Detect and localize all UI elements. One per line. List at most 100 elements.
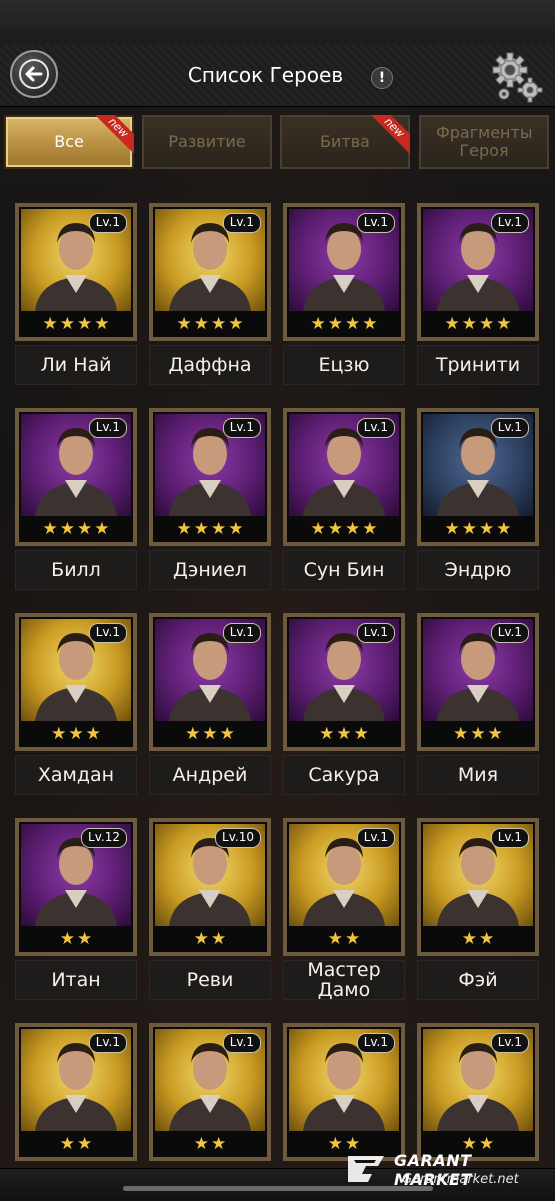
level-badge: Lv.1	[88, 623, 127, 643]
hero-name-text: Тринити	[435, 354, 521, 376]
level-badge: Lv.1	[490, 623, 529, 643]
hero-name: Ецзю	[283, 345, 405, 385]
hero-name-text: Мия	[457, 764, 499, 786]
hero-name: Мия	[417, 755, 539, 795]
star-icon: ★	[327, 929, 343, 949]
star-icon: ★	[59, 519, 75, 539]
star-icon: ★	[362, 314, 378, 334]
star-icon: ★	[345, 929, 361, 949]
hero-name-text: Фэй	[458, 969, 498, 991]
hero-card-frame: Lv.1 ★ ★ ★ ★	[19, 207, 133, 337]
hero-card[interactable]: Lv.1 ★ ★ ★	[15, 613, 137, 751]
hero-card[interactable]: Lv.1 ★ ★	[15, 1023, 137, 1161]
level-badge: Lv.1	[356, 213, 395, 233]
star-icon: ★	[310, 314, 326, 334]
star-icon: ★	[453, 724, 469, 744]
new-badge-text: new	[94, 115, 134, 155]
star-icon: ★	[77, 519, 93, 539]
star-rating: ★ ★	[153, 928, 267, 950]
hero-name: Хамдан	[15, 755, 137, 795]
hero-card-frame: Lv.10 ★ ★	[153, 822, 267, 952]
hero-card[interactable]: Lv.1 ★ ★	[417, 818, 539, 956]
star-icon: ★	[193, 519, 209, 539]
level-badge: Lv.1	[222, 213, 261, 233]
hero-card-frame: Lv.1 ★ ★ ★	[153, 617, 267, 747]
hero-card[interactable]: Lv.12 ★ ★	[15, 818, 137, 956]
star-icon: ★	[228, 519, 244, 539]
hero-card[interactable]: Lv.1 ★ ★ ★ ★	[149, 408, 271, 546]
new-badge: new	[370, 115, 410, 155]
hero-portrait: Lv.1	[289, 824, 399, 926]
star-icon: ★	[59, 1134, 75, 1154]
star-rating: ★ ★ ★ ★	[421, 313, 535, 335]
star-icon: ★	[94, 314, 110, 334]
hero-card[interactable]: Lv.1 ★ ★ ★ ★	[283, 408, 405, 546]
tab-label: Развитие	[168, 132, 246, 151]
tab-3[interactable]: Битва new	[280, 115, 410, 169]
hero-card[interactable]: Lv.1 ★ ★ ★	[417, 613, 539, 751]
star-icon: ★	[202, 724, 218, 744]
hero-card[interactable]: Lv.1 ★ ★	[283, 1023, 405, 1161]
level-badge: Lv.1	[490, 1033, 529, 1053]
star-icon: ★	[68, 724, 84, 744]
star-rating: ★ ★ ★ ★	[421, 518, 535, 540]
star-rating: ★ ★ ★ ★	[19, 313, 133, 335]
hero-name: Эндрю	[417, 550, 539, 590]
star-icon: ★	[327, 519, 343, 539]
hero-card-frame: Lv.1 ★ ★ ★ ★	[287, 412, 401, 542]
hero-card-frame: Lv.1 ★ ★	[153, 1027, 267, 1157]
hero-name-text: Хамдан	[37, 764, 115, 786]
hero-card[interactable]: Lv.1 ★ ★	[283, 818, 405, 956]
hero-portrait: Lv.1	[423, 414, 533, 516]
hero-card[interactable]: Lv.1 ★ ★ ★ ★	[283, 203, 405, 341]
hero-card[interactable]: Lv.1 ★ ★ ★ ★	[15, 408, 137, 546]
tab-1[interactable]: Все new	[4, 115, 134, 169]
hero-card-frame: Lv.12 ★ ★	[19, 822, 133, 952]
level-badge: Lv.1	[490, 418, 529, 438]
level-badge: Lv.1	[356, 1033, 395, 1053]
star-rating: ★ ★ ★ ★	[153, 313, 267, 335]
star-icon: ★	[496, 519, 512, 539]
hero-card[interactable]: Lv.1 ★ ★ ★ ★	[417, 203, 539, 341]
hero-name-text: Мастер Дамо	[307, 959, 381, 1001]
hero-card-frame: Lv.1 ★ ★ ★	[287, 617, 401, 747]
hero-card[interactable]: Lv.1 ★ ★	[149, 1023, 271, 1161]
hero-card[interactable]: Lv.1 ★ ★ ★ ★	[149, 203, 271, 341]
hero-card[interactable]: Lv.1 ★ ★ ★	[149, 613, 271, 751]
star-icon: ★	[51, 724, 67, 744]
hero-card-frame: Lv.1 ★ ★ ★ ★	[153, 207, 267, 337]
star-icon: ★	[353, 724, 369, 744]
level-badge: Lv.1	[356, 828, 395, 848]
hero-name-text: Эндрю	[444, 559, 512, 581]
star-icon: ★	[185, 724, 201, 744]
star-icon: ★	[336, 724, 352, 744]
hero-card[interactable]: Lv.1 ★ ★ ★ ★	[417, 408, 539, 546]
tab-4[interactable]: Фрагменты Героя	[419, 115, 549, 169]
hero-name-text: Даффна	[168, 354, 252, 376]
star-icon: ★	[176, 519, 192, 539]
hero-name-text: Дэниел	[173, 559, 247, 581]
hero-card[interactable]: Lv.1 ★ ★ ★ ★	[15, 203, 137, 341]
level-badge: Lv.1	[490, 828, 529, 848]
star-rating: ★ ★ ★	[287, 723, 401, 745]
hero-card[interactable]: Lv.10 ★ ★	[149, 818, 271, 956]
hero-portrait: Lv.1	[21, 209, 131, 311]
tab-2[interactable]: Развитие	[142, 115, 272, 169]
hero-card[interactable]: Lv.1 ★ ★ ★	[283, 613, 405, 751]
star-icon: ★	[496, 314, 512, 334]
hero-portrait: Lv.12	[21, 824, 131, 926]
star-icon: ★	[487, 724, 503, 744]
star-rating: ★ ★	[287, 928, 401, 950]
hero-card[interactable]: Lv.1 ★ ★	[417, 1023, 539, 1161]
star-icon: ★	[461, 519, 477, 539]
level-badge: Lv.10	[215, 828, 261, 848]
star-rating: ★ ★ ★ ★	[153, 518, 267, 540]
level-badge: Lv.1	[222, 418, 261, 438]
hero-name: Итан	[15, 960, 137, 1000]
star-icon: ★	[362, 519, 378, 539]
star-rating: ★ ★ ★	[153, 723, 267, 745]
star-icon: ★	[470, 724, 486, 744]
hero-portrait: Lv.1	[21, 1029, 131, 1131]
level-badge: Lv.1	[222, 1033, 261, 1053]
hero-name-text: Ецзю	[318, 354, 370, 376]
